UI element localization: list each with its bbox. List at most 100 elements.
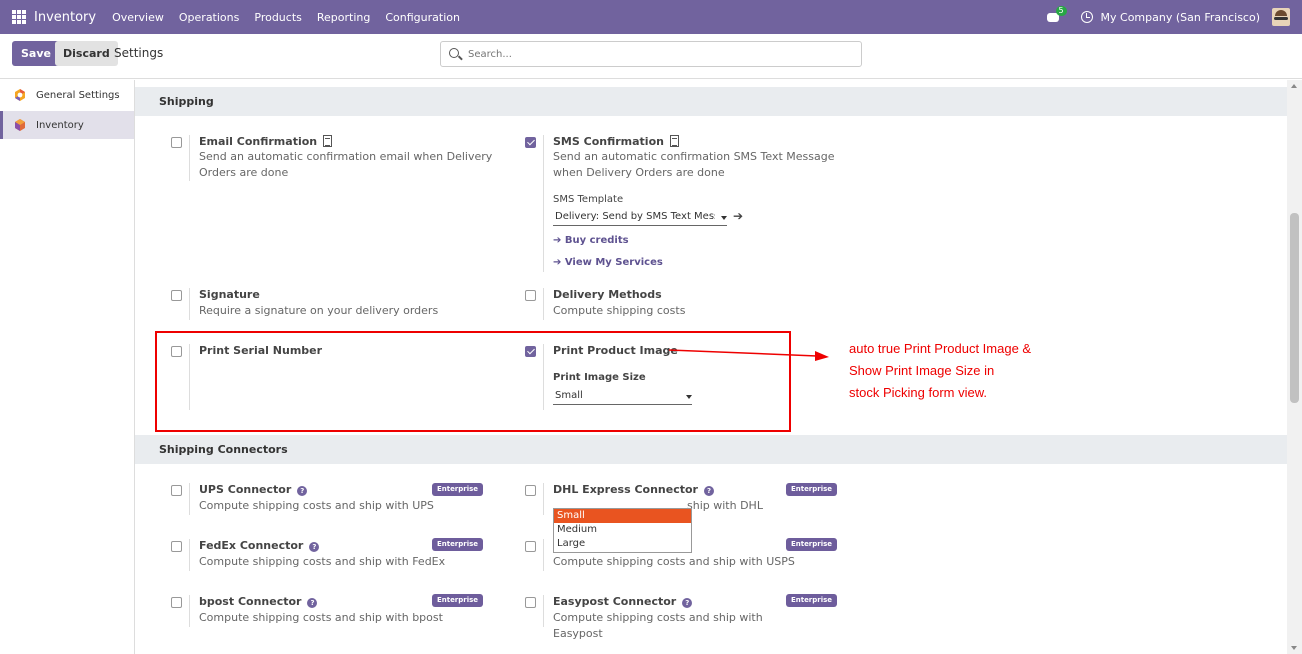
fedex-connector-desc: Compute shipping costs and ship with Fed… — [199, 555, 446, 568]
search-input[interactable] — [468, 45, 848, 63]
settings-sidebar: General Settings Inventory — [0, 80, 135, 654]
divider — [543, 483, 544, 515]
ups-connector-desc: Compute shipping costs and ship with UPS — [199, 499, 434, 512]
email-confirmation-checkbox[interactable] — [171, 137, 182, 148]
sms-confirmation-checkbox[interactable] — [525, 137, 536, 148]
menu-overview[interactable]: Overview — [112, 11, 164, 24]
enterprise-badge: Enterprise — [432, 483, 483, 496]
help-icon[interactable]: ? — [682, 598, 693, 608]
company-switcher[interactable]: My Company (San Francisco) — [1101, 11, 1260, 24]
caret-down-icon — [721, 216, 727, 220]
search-box[interactable] — [440, 41, 862, 67]
scroll-thumb[interactable] — [1290, 213, 1299, 403]
apps-grid-icon[interactable] — [12, 10, 26, 24]
enterprise-badge: Enterprise — [432, 594, 483, 607]
divider — [189, 483, 190, 515]
help-icon[interactable]: ? — [307, 598, 318, 608]
dhl-connector-checkbox[interactable] — [525, 485, 536, 496]
section-title: Shipping — [159, 95, 214, 108]
delivery-methods-title: Delivery Methods — [553, 288, 662, 301]
sidebar-item-general-settings[interactable]: General Settings — [0, 81, 134, 109]
enterprise-badge: Enterprise — [786, 483, 837, 496]
help-icon[interactable]: ? — [703, 486, 714, 496]
menu-products[interactable]: Products — [254, 11, 302, 24]
easypost-connector-desc: Compute shipping costs and ship with Eas… — [553, 611, 763, 640]
sidebar-item-label: Inventory — [36, 119, 84, 131]
sidebar-item-label: General Settings — [36, 89, 120, 101]
chat-icon[interactable]: 5 — [1046, 6, 1067, 24]
easypost-connector-title: Easypost Connector? — [553, 595, 693, 608]
annotation-text: auto true Print Product Image & Show Pri… — [849, 338, 1059, 404]
menu-reporting[interactable]: Reporting — [317, 11, 370, 24]
top-navbar: Inventory Overview Operations Products R… — [0, 0, 1302, 34]
sms-template-label: SMS Template — [553, 194, 624, 205]
sidebar-item-inventory[interactable]: Inventory — [0, 111, 134, 139]
app-brand[interactable]: Inventory — [34, 10, 96, 25]
buy-credits-link[interactable]: ➔ Buy credits — [553, 235, 629, 246]
annotation-line: auto true Print Product Image & — [849, 341, 1032, 356]
divider — [189, 135, 190, 181]
building-icon — [669, 135, 679, 147]
delivery-methods-checkbox[interactable] — [525, 290, 536, 301]
section-title: Shipping Connectors — [159, 443, 288, 456]
bpost-connector-title: bpost Connector? — [199, 595, 318, 608]
help-icon[interactable]: ? — [297, 486, 308, 496]
clock-icon[interactable] — [1080, 11, 1093, 23]
enterprise-badge: Enterprise — [432, 538, 483, 551]
annotation-line: stock Picking form view. — [849, 385, 987, 400]
divider — [543, 595, 544, 627]
sms-template-select[interactable]: Delivery: Send by SMS Text Messa — [553, 210, 727, 226]
divider — [543, 539, 544, 571]
dropdown-option-medium[interactable]: Medium — [554, 523, 691, 537]
image-size-dropdown-list[interactable]: Small Medium Large — [553, 508, 692, 553]
usps-connector-checkbox[interactable] — [525, 541, 536, 552]
sms-confirmation-title: SMS Confirmation — [553, 135, 679, 148]
bpost-connector-checkbox[interactable] — [171, 597, 182, 608]
dropdown-option-large[interactable]: Large — [554, 537, 691, 551]
dropdown-option-small[interactable]: Small — [554, 509, 691, 523]
annotation-arrow-icon — [668, 349, 829, 361]
divider — [543, 135, 544, 272]
delivery-methods-desc: Compute shipping costs — [553, 304, 686, 317]
enterprise-badge: Enterprise — [786, 538, 837, 551]
signature-desc: Require a signature on your delivery ord… — [199, 304, 439, 317]
easypost-connector-checkbox[interactable] — [525, 597, 536, 608]
dhl-connector-desc: ship with DHL — [687, 499, 763, 512]
odoo-icon — [15, 89, 25, 101]
chat-badge: 5 — [1055, 6, 1067, 16]
help-icon[interactable]: ? — [309, 542, 320, 552]
inventory-icon — [15, 119, 25, 131]
menu-operations[interactable]: Operations — [179, 11, 239, 24]
save-button[interactable]: Save — [12, 41, 60, 66]
page-title: Settings — [114, 46, 164, 60]
discard-button[interactable]: Discard — [55, 41, 118, 66]
view-services-link[interactable]: ➔ View My Services — [553, 257, 663, 268]
usps-connector-desc: Compute shipping costs and ship with USP… — [553, 555, 795, 568]
dhl-connector-title: DHL Express Connector? — [553, 483, 714, 496]
divider — [189, 288, 190, 320]
avatar[interactable] — [1272, 8, 1290, 26]
sms-confirmation-desc: Send an automatic confirmation SMS Text … — [553, 150, 835, 179]
section-header-shipping: Shipping — [135, 87, 1287, 116]
menu-configuration[interactable]: Configuration — [385, 11, 460, 24]
ups-connector-checkbox[interactable] — [171, 485, 182, 496]
section-header-shipping-connectors: Shipping Connectors — [135, 435, 1287, 464]
enterprise-badge: Enterprise — [786, 594, 837, 607]
divider — [543, 288, 544, 320]
email-confirmation-title: Email Confirmation — [199, 135, 333, 148]
ups-connector-title: UPS Connector? — [199, 483, 308, 496]
divider — [189, 539, 190, 571]
building-icon — [323, 135, 333, 147]
divider — [189, 595, 190, 627]
fedex-connector-checkbox[interactable] — [171, 541, 182, 552]
email-confirmation-desc: Send an automatic confirmation email whe… — [199, 150, 493, 179]
signature-checkbox[interactable] — [171, 290, 182, 301]
arrow-right-icon[interactable]: ➔ — [733, 209, 743, 223]
scroll-up-icon[interactable] — [1291, 84, 1297, 88]
bpost-connector-desc: Compute shipping costs and ship with bpo… — [199, 611, 443, 624]
scroll-down-icon[interactable] — [1291, 646, 1297, 650]
scrollbar[interactable] — [1287, 80, 1302, 654]
search-icon — [449, 48, 459, 58]
control-panel: Save Discard Settings — [0, 34, 1302, 79]
signature-title: Signature — [199, 288, 260, 301]
